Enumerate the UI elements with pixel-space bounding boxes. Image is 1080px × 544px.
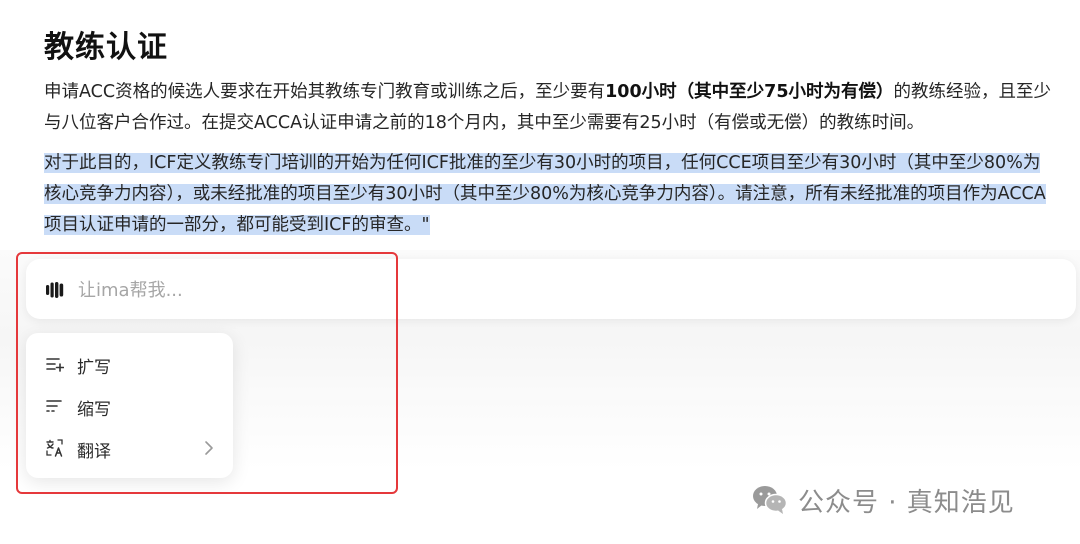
wechat-icon bbox=[753, 486, 788, 514]
watermark: 公众号 · 真知浩见 bbox=[752, 480, 1015, 520]
paragraph-1-bold: 100小时（其中至少75小时为有偿） bbox=[605, 82, 894, 102]
highlight-annotation-box bbox=[16, 252, 398, 494]
watermark-text: 公众号 · 真知浩见 bbox=[798, 487, 1015, 518]
paragraph-1-text: 申请ACC资格的候选人要求在开始其教练专门教育或训练之后，至少要有 bbox=[44, 82, 606, 102]
paragraph-1: 申请ACC资格的候选人要求在开始其教练专门教育或训练之后，至少要有100小时（其… bbox=[44, 77, 1054, 139]
paragraph-2[interactable]: 对于此目的，ICF定义教练专门培训的开始为任何ICF批准的至少有30小时的项目，… bbox=[44, 148, 1054, 241]
selected-text[interactable]: 对于此目的，ICF定义教练专门培训的开始为任何ICF批准的至少有30小时的项目，… bbox=[44, 153, 1046, 235]
article-title: 教练认证 bbox=[44, 30, 168, 65]
